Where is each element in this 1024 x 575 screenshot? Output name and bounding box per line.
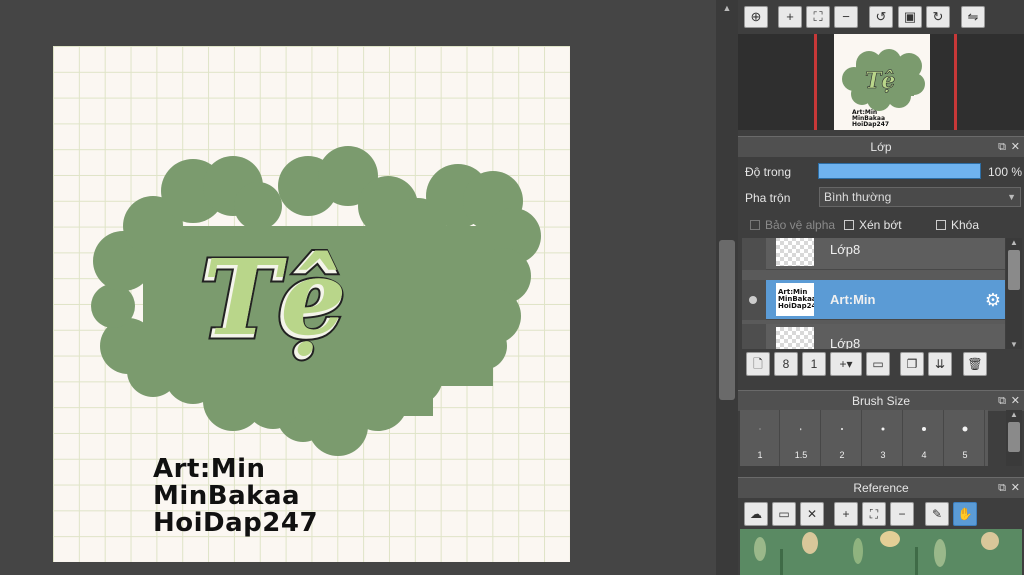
cloud-download-icon[interactable]: ☁: [744, 502, 768, 526]
zoom-out-icon[interactable]: −: [834, 6, 858, 28]
reference-header[interactable]: Reference ⧉ ✕: [738, 477, 1024, 498]
opacity-value: 100 %: [988, 165, 1023, 179]
zoom-fit-icon[interactable]: ⊕: [744, 6, 768, 28]
credit-line-1: Art:Min: [153, 454, 266, 484]
actual-size-icon[interactable]: ▣: [898, 6, 922, 28]
layer-thumbnail: [776, 327, 814, 349]
brush-size-cell[interactable]: 1: [740, 410, 780, 466]
panel-close-icon[interactable]: ✕: [1011, 478, 1020, 498]
brush-size-grid[interactable]: 1 1.5 2 3 4 5: [740, 410, 988, 466]
opacity-label: Độ trong: [745, 165, 792, 179]
credit-line-3: HoiDap247: [153, 508, 319, 538]
panel-popout-icon[interactable]: ⧉: [998, 478, 1006, 498]
reference-pattern: [740, 529, 1022, 575]
layer-visibility-toggle[interactable]: [742, 324, 766, 349]
document-canvas[interactable]: Tệ Tệ Tệ Art:Min MinBakaa HoiDap247: [53, 46, 570, 562]
scroll-up-arrow-icon[interactable]: ▲: [1006, 410, 1022, 419]
brush-size-cell[interactable]: 1.5: [781, 410, 821, 466]
scroll-down-arrow-icon[interactable]: ▼: [1006, 340, 1022, 349]
add-layer-menu-icon[interactable]: +▾: [830, 352, 862, 376]
panel-popout-icon[interactable]: ⧉: [998, 137, 1006, 157]
navigator-toolbar: ⊕ + ⛶ − ↺ ▣ ↻ ⇋: [738, 0, 1024, 34]
layer-visibility-toggle[interactable]: [742, 280, 766, 320]
zoom-in-icon[interactable]: +: [834, 502, 858, 526]
merge-layer-icon[interactable]: ⇊: [928, 352, 952, 376]
panel-close-icon[interactable]: ✕: [1011, 137, 1020, 157]
layer-name: Lớp8: [830, 242, 861, 257]
brush-size-title: Brush Size: [851, 394, 911, 408]
brush-size-cell[interactable]: 3: [863, 410, 903, 466]
duplicate-layer-icon[interactable]: ❐: [900, 352, 924, 376]
layer-name: Lớp8: [830, 336, 861, 349]
brush-size-cell[interactable]: 5: [945, 410, 985, 466]
blend-mode-select[interactable]: Bình thường ▼: [819, 187, 1021, 207]
layer-thumbnail: Art:Min MinBakaa HoiDap247: [776, 283, 821, 316]
reference-title: Reference: [853, 481, 909, 495]
scroll-up-arrow-icon[interactable]: ▲: [716, 0, 738, 16]
title-text-art: Tệ Tệ Tệ: [198, 235, 349, 365]
chevron-down-icon: ▼: [1007, 192, 1016, 202]
layer-panel-header[interactable]: Lớp ⧉ ✕: [738, 136, 1024, 157]
rotate-left-icon[interactable]: ↺: [869, 6, 893, 28]
blend-label: Pha trộn: [745, 191, 791, 205]
new-layer-8bit-icon[interactable]: 8: [774, 352, 798, 376]
credit-line-2: MinBakaa: [153, 481, 301, 511]
panel-popout-icon[interactable]: ⧉: [998, 391, 1006, 411]
zoom-out-icon[interactable]: −: [890, 502, 914, 526]
layer-list-scrollbar[interactable]: ▲ ▼: [1006, 238, 1022, 349]
close-icon[interactable]: ✕: [800, 502, 824, 526]
fit-window-icon[interactable]: ⛶: [806, 6, 830, 28]
scroll-up-arrow-icon[interactable]: ▲: [1006, 238, 1022, 247]
svg-text:Tệ: Tệ: [203, 236, 347, 359]
new-folder-icon[interactable]: ▭: [866, 352, 890, 376]
selected-thumb-art: Art:Min MinBakaa HoiDap247: [778, 288, 821, 310]
blend-mode-value: Bình thường: [824, 190, 892, 204]
viewport-right-edge: [954, 34, 957, 130]
layer-thumbnail: [776, 238, 814, 266]
hand-icon[interactable]: ✋: [953, 502, 977, 526]
panel-close-icon[interactable]: ✕: [1011, 391, 1020, 411]
reference-image[interactable]: [740, 529, 1022, 575]
brush-size-header[interactable]: Brush Size ⧉ ✕: [738, 390, 1024, 411]
viewport-left-edge: [814, 34, 817, 130]
layer-panel-title: Lớp: [870, 140, 892, 154]
lock-checkbox[interactable]: Khóa: [936, 218, 979, 232]
artwork: Tệ Tệ Tệ: [91, 146, 541, 456]
new-layer-1bit-icon[interactable]: 1: [802, 352, 826, 376]
open-folder-icon[interactable]: ▭: [772, 502, 796, 526]
visibility-dot-icon: [749, 296, 757, 304]
zoom-in-icon[interactable]: +: [778, 6, 802, 28]
svg-text:HoiDap247: HoiDap247: [852, 121, 889, 128]
rotate-right-icon[interactable]: ↻: [926, 6, 950, 28]
layer-row[interactable]: Lớp8: [742, 324, 1005, 349]
fit-window-icon[interactable]: ⛶: [862, 502, 886, 526]
navigator-preview[interactable]: Tệ Art:Min MinBakaa HoiDap247: [738, 34, 1024, 130]
scrollbar-thumb[interactable]: [719, 240, 735, 400]
clipping-checkbox[interactable]: Xén bớt: [844, 218, 902, 232]
delete-layer-icon[interactable]: 🗑: [963, 352, 987, 376]
eyedropper-icon[interactable]: ✎: [925, 502, 949, 526]
canvas-vertical-scrollbar[interactable]: ▲: [716, 0, 738, 575]
layer-visibility-toggle[interactable]: [742, 238, 766, 270]
layer-name: Art:Min: [830, 292, 876, 307]
brush-scroll-thumb[interactable]: [1008, 422, 1020, 452]
brush-size-cell[interactable]: 4: [904, 410, 944, 466]
layer-row-selected[interactable]: Art:Min MinBakaa HoiDap247 Art:Min ⚙: [742, 280, 1005, 320]
svg-text:HoiDap247: HoiDap247: [778, 302, 814, 310]
flip-icon[interactable]: ⇋: [961, 6, 985, 28]
protect-alpha-checkbox[interactable]: Bảo vệ alpha: [750, 218, 835, 232]
brush-size-cell[interactable]: 2: [822, 410, 862, 466]
svg-text:Tệ: Tệ: [865, 68, 895, 94]
layer-scroll-thumb[interactable]: [1008, 250, 1020, 290]
gear-icon[interactable]: ⚙: [985, 290, 1001, 311]
navigator-thumbnail: Tệ Art:Min MinBakaa HoiDap247: [834, 34, 930, 130]
canvas-area[interactable]: Tệ Tệ Tệ Art:Min MinBakaa HoiDap247: [0, 0, 738, 575]
layer-list[interactable]: Lớp8 Art:Min MinBakaa HoiDap247 Art:Min …: [742, 238, 1005, 349]
brush-scrollbar[interactable]: ▲: [1006, 410, 1022, 466]
thumbnail-art: Tệ Art:Min MinBakaa HoiDap247: [842, 49, 925, 128]
opacity-slider[interactable]: [818, 163, 981, 179]
new-layer-icon[interactable]: 🗋: [746, 352, 770, 376]
layer-row[interactable]: Lớp8: [742, 238, 1005, 270]
right-panel: ⊕ + ⛶ − ↺ ▣ ↻ ⇋ Tệ Art:Min MinBakaa HoiD…: [738, 0, 1024, 575]
